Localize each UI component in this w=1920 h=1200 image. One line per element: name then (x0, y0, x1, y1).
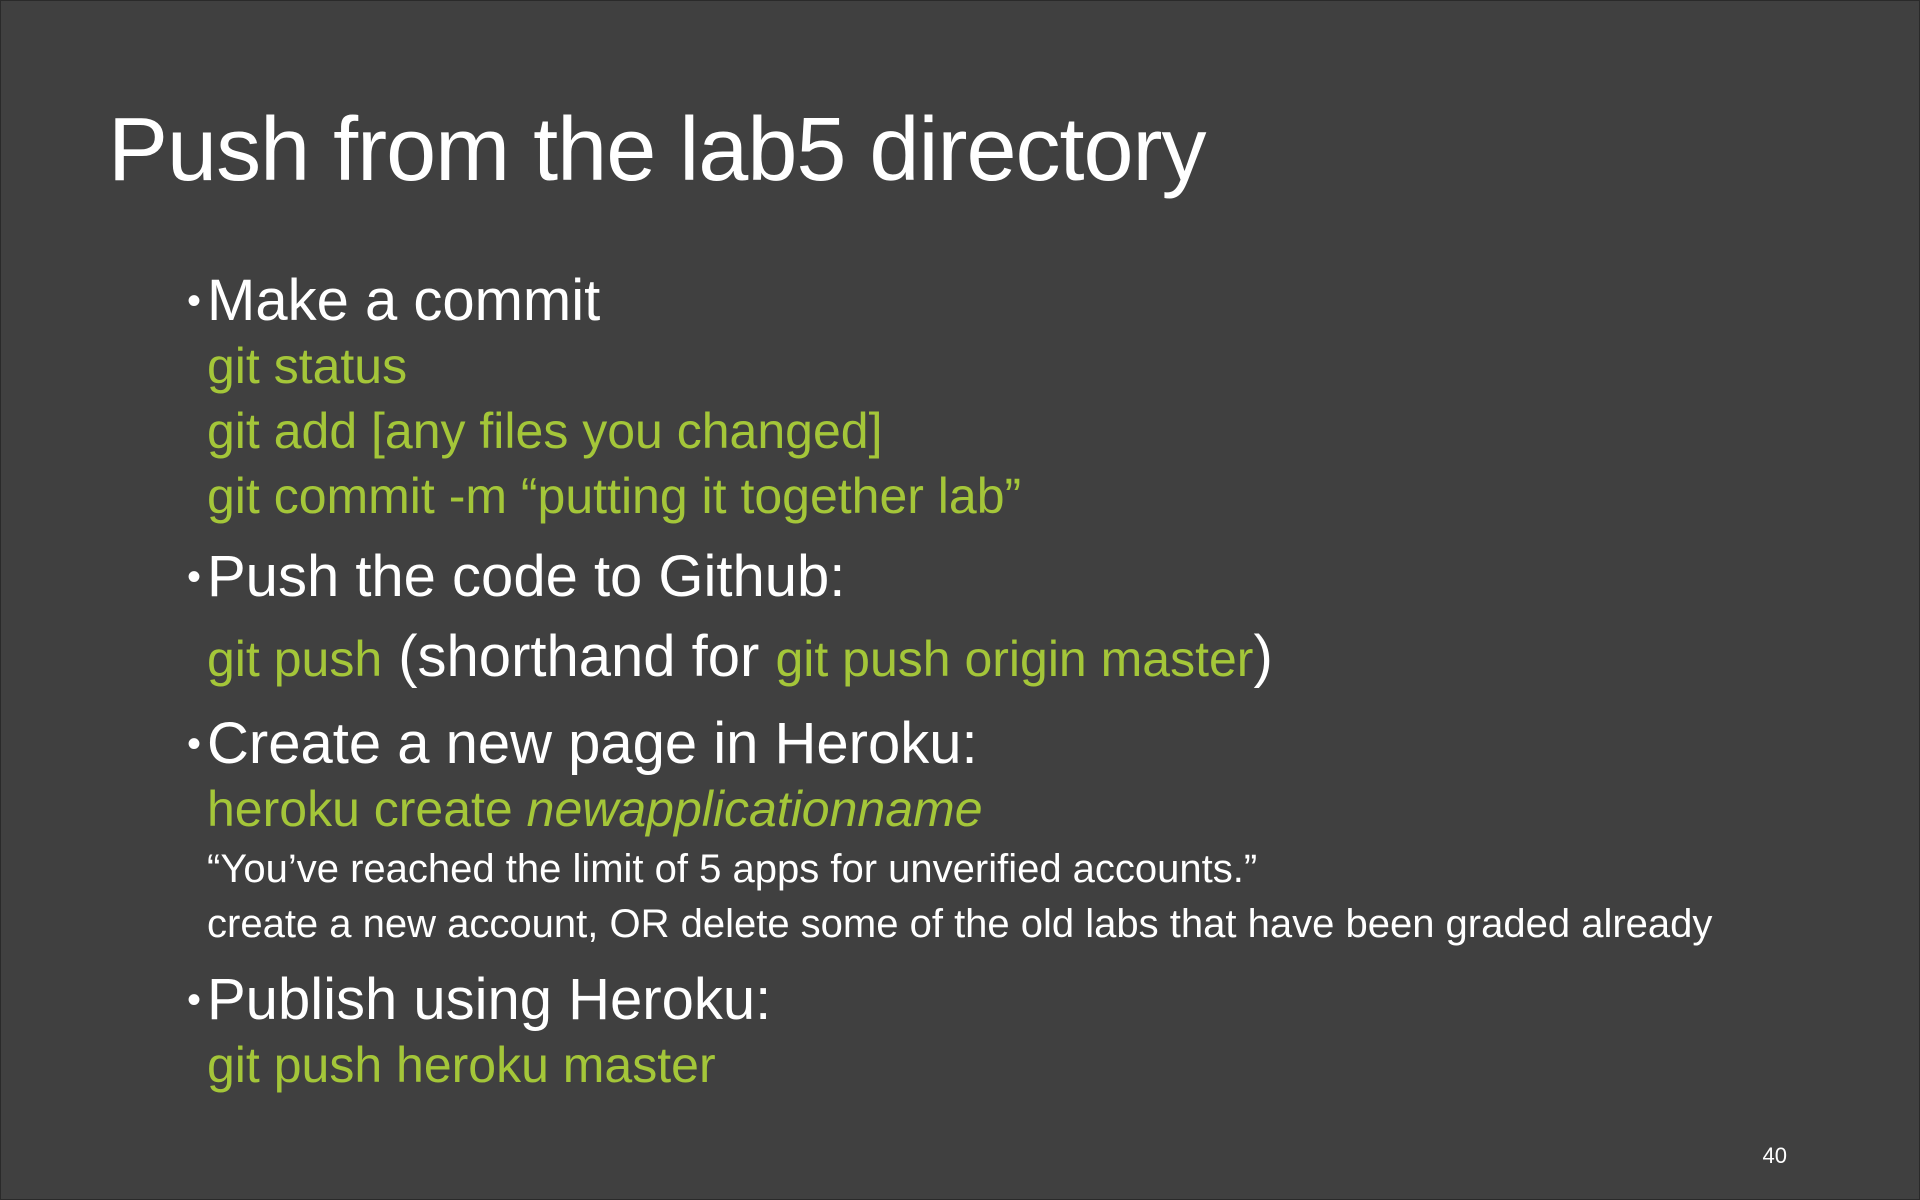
code-line-git-status: git status (207, 337, 408, 394)
code-heroku-create: heroku create newapplicationname (187, 777, 1887, 842)
bullet-publish-heroku: • Publish using Heroku: (187, 967, 1887, 1033)
code-git-push-heroku: git push heroku master (207, 1037, 716, 1094)
slide: Push from the lab5 directory • Make a co… (0, 0, 1920, 1200)
bullet-dot-icon: • (187, 554, 202, 599)
code-line-git-commit: git commit -m “putting it together lab” (207, 467, 1022, 524)
bullet-dot-icon: • (187, 978, 202, 1023)
bullet-dot-icon: • (187, 721, 202, 766)
push-command-line: git push (shorthand for git push origin … (187, 612, 1887, 702)
code-git-push-origin-master: git push origin master (775, 630, 1254, 687)
code-heroku-create-cmd: heroku create (207, 780, 527, 837)
note-app-limit: “You’ve reached the limit of 5 apps for … (207, 846, 1258, 891)
page-number: 40 (1762, 1143, 1787, 1168)
code-git-push: git push (207, 630, 383, 687)
bullet-make-commit: • Make a commit (187, 268, 1887, 334)
code-app-name-placeholder: newapplicationname (526, 780, 983, 837)
slide-content: • Make a commit git status git add [any … (187, 268, 1887, 1098)
code-line-git-add: git add [any files you changed] (207, 402, 883, 459)
bullet-label: Make a commit (207, 268, 601, 333)
bullet-heroku-create: • Create a new page in Heroku: (187, 710, 1887, 777)
bullet-label: Push the code to Github: (207, 543, 846, 609)
shorthand-text: (shorthand for (382, 623, 776, 689)
note-create-or-delete: create a new account, OR delete some of … (207, 901, 1713, 946)
slide-title: Push from the lab5 directory (108, 100, 1207, 200)
bullet-dot-icon: • (187, 279, 202, 323)
bullet-push-github: • Push the code to Github: (187, 543, 1887, 610)
bullet-label: Create a new page in Heroku: (207, 710, 978, 776)
closing-paren: ) (1253, 623, 1273, 689)
bullet-label: Publish using Heroku: (207, 967, 772, 1033)
